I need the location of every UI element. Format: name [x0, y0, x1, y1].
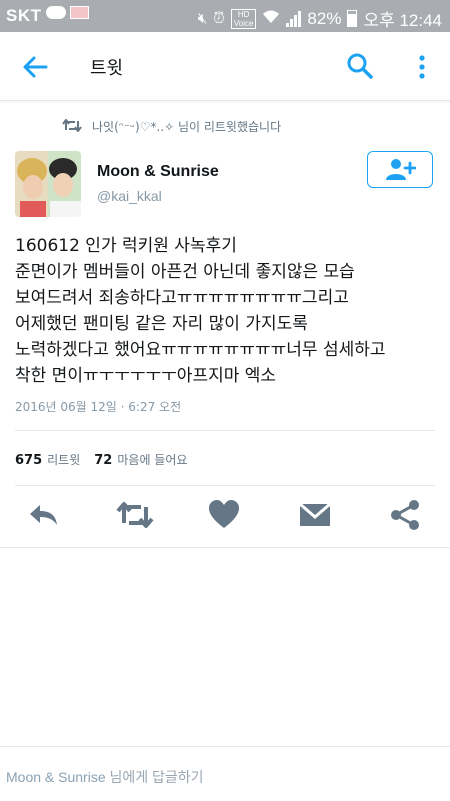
heart-icon[interactable]	[206, 497, 246, 537]
app-bar: 트윗	[0, 32, 450, 101]
tweet-actions	[0, 497, 450, 537]
author-handle[interactable]: @kai_kkal	[97, 188, 162, 204]
share-icon[interactable]	[387, 497, 427, 537]
envelope-icon[interactable]	[297, 497, 337, 537]
retweet-icon	[62, 118, 82, 135]
page-title: 트윗	[90, 58, 124, 79]
kakaotalk-icon	[45, 6, 66, 19]
retweet-notice-text: 나잇(ᵔ⁻ᵕ)♡*..✧ 님이 리트윗했습니다	[92, 120, 282, 134]
reply-prompt: 님에게 답글하기	[105, 769, 204, 785]
battery-percent: 82%	[307, 8, 342, 28]
status-right: 🔇︎ ⏰︎ HD Voice 82% 오후 12:44	[198, 6, 442, 31]
retweets-count: 675	[15, 453, 43, 468]
search-icon[interactable]	[346, 52, 374, 80]
arrow-left-icon[interactable]	[20, 52, 50, 82]
more-vertical-icon[interactable]	[414, 54, 430, 80]
reply-icon[interactable]	[26, 497, 66, 537]
clock: 오후 12:44	[363, 11, 442, 30]
wifi-icon	[262, 9, 280, 28]
signal-icon	[286, 10, 302, 27]
carrier-label: SKT	[6, 6, 42, 25]
add-user-icon	[386, 159, 416, 180]
mute-icon: 🔇︎	[197, 10, 208, 27]
tweet-text: 160612 인가 럭키원 사녹후기 준면이가 멤버들이 아픈건 아닌데 좋지않…	[15, 236, 386, 386]
notification-icon	[69, 6, 89, 19]
author-name[interactable]: Moon & Sunrise	[97, 163, 219, 181]
hd-voice-icon: HD Voice	[230, 8, 257, 29]
alarm-icon: ⏰︎	[213, 10, 225, 27]
retweet-notice[interactable]: 나잇(ᵔ⁻ᵕ)♡*..✧ 님이 리트윗했습니다	[62, 118, 281, 135]
likes-label: 마음에 들어요	[117, 453, 188, 467]
reply-input[interactable]: Moon & Sunrise 님에게 답글하기	[6, 767, 204, 787]
divider	[15, 430, 435, 431]
retweets-label: 리트윗	[47, 453, 81, 467]
likes-stat[interactable]: 72 마음에 들어요	[94, 451, 187, 468]
reply-bar[interactable]: Moon & Sunrise 님에게 답글하기	[0, 746, 450, 801]
likes-count: 72	[94, 453, 113, 468]
status-left: SKT	[6, 6, 89, 26]
tweet-timestamp: 2016년 06월 12일 · 6:27 오전	[15, 400, 182, 414]
battery-icon	[347, 10, 358, 27]
avatar[interactable]	[15, 151, 81, 217]
tweet-stats: 675 리트윗 72 마음에 들어요	[15, 451, 187, 468]
reply-target-name: Moon & Sunrise	[6, 769, 106, 785]
follow-button[interactable]	[367, 151, 433, 188]
divider	[15, 485, 435, 486]
retweet-button[interactable]	[115, 497, 155, 537]
status-bar: SKT 🔇︎ ⏰︎ HD Voice 82% 오후 12:44	[0, 0, 450, 32]
retweets-stat[interactable]: 675 리트윗	[15, 451, 80, 468]
divider	[0, 547, 450, 548]
